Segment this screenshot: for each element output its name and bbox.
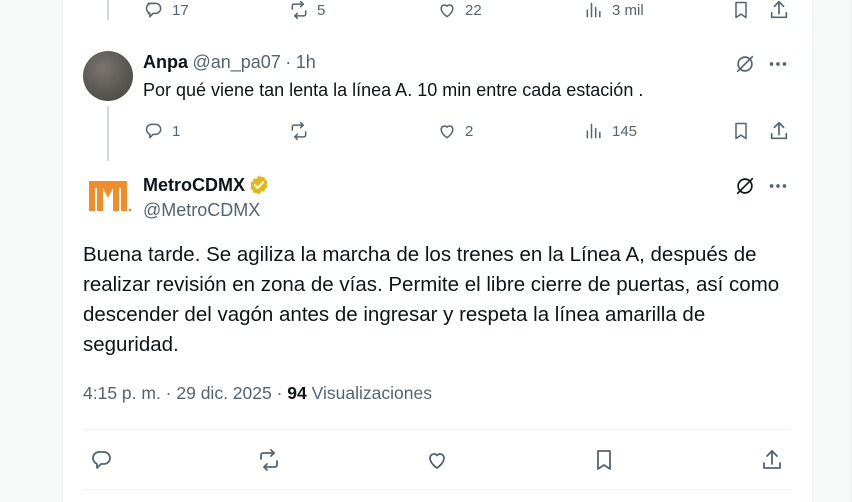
repost-icon (260, 449, 278, 471)
repost-icon (291, 0, 307, 20)
bookmark-icon (735, 122, 747, 140)
reply-icon (145, 123, 162, 139)
tweet-metadata: 4:15 p. m. · 29 dic. 2025 · 94 Visualiza… (83, 383, 432, 404)
prev-reply-count: 17 (172, 1, 189, 19)
like-icon (440, 4, 454, 18)
main-share-button[interactable] (758, 446, 786, 474)
reply-icon (145, 2, 162, 18)
main-grok-button[interactable] (733, 174, 757, 198)
divider-bottom (83, 489, 791, 490)
repost-icon (291, 121, 307, 141)
views-icon (586, 2, 601, 18)
main-reply-button[interactable] (88, 446, 116, 474)
prev-share-button[interactable] (768, 0, 790, 20)
bookmark-icon (735, 1, 747, 19)
reply-like-button[interactable]: 2 (437, 121, 473, 141)
reply-bookmark-button[interactable] (730, 120, 752, 142)
reply-reply-button[interactable]: 1 (144, 121, 180, 141)
grok-icon (736, 177, 754, 195)
main-more-button[interactable] (766, 174, 790, 198)
grok-icon (736, 55, 754, 73)
prev-like-button[interactable]: 22 (437, 0, 482, 20)
reply-reply-count: 1 (172, 122, 181, 140)
reply-repost-button[interactable] (289, 121, 309, 141)
reply-text: Por qué viene tan lenta la línea A. 10 m… (143, 80, 644, 100)
reply-views-count: 145 (612, 122, 638, 140)
views-label[interactable]: Visualizaciones (312, 383, 432, 403)
reply-author-handle[interactable]: @an_pa07 (192, 52, 280, 72)
prev-repost-button[interactable]: 5 (289, 0, 325, 20)
reply-share-button[interactable] (768, 120, 790, 142)
more-icon (769, 62, 787, 66)
bookmark-icon (597, 450, 611, 470)
main-author-name[interactable]: MetroCDMX (143, 175, 245, 196)
reply-more-button[interactable] (766, 52, 790, 76)
main-author-handle[interactable]: @MetroCDMX (143, 200, 260, 221)
views-icon (586, 123, 601, 139)
more-icon (769, 184, 787, 188)
prev-bookmark-button[interactable] (730, 0, 752, 20)
prev-views-button[interactable]: 3 mil (584, 0, 644, 20)
reply-grok-button[interactable] (733, 52, 757, 76)
thread-line-middle (107, 106, 109, 161)
main-repost-button[interactable] (255, 446, 283, 474)
share-icon (763, 450, 781, 469)
prev-like-count: 22 (465, 1, 482, 19)
thread-line-top (107, 0, 109, 20)
like-icon (440, 125, 454, 139)
tweet-timestamp[interactable]: 4:15 p. m. · 29 dic. 2025 · (83, 383, 282, 403)
reply-like-count: 2 (465, 122, 474, 140)
main-tweet-text: Buena tarde. Se agiliza la marcha de los… (83, 243, 780, 356)
main-bookmark-button[interactable] (590, 446, 618, 474)
metro-logo-icon (89, 181, 132, 212)
reply-time[interactable]: 1h (296, 52, 316, 72)
reply-header: Anpa @an_pa07 · 1h (143, 52, 316, 73)
avatar[interactable] (83, 51, 133, 101)
prev-reply-button[interactable]: 17 (144, 0, 189, 20)
like-icon (429, 453, 445, 469)
metro-logo[interactable] (84, 172, 132, 220)
prev-repost-count: 5 (317, 1, 326, 19)
divider-top (83, 429, 791, 430)
reply-icon (92, 451, 111, 469)
verified-badge-icon (250, 175, 268, 195)
reply-separator: · (285, 52, 292, 72)
prev-views-count: 3 mil (612, 1, 644, 19)
share-icon (770, 0, 788, 19)
views-count: 94 (287, 383, 307, 403)
reply-views-button[interactable]: 145 (584, 121, 637, 141)
main-like-button[interactable] (423, 446, 451, 474)
main-author-row: MetroCDMX (143, 174, 270, 196)
reply-author-name[interactable]: Anpa (143, 52, 188, 72)
share-icon (770, 121, 788, 140)
